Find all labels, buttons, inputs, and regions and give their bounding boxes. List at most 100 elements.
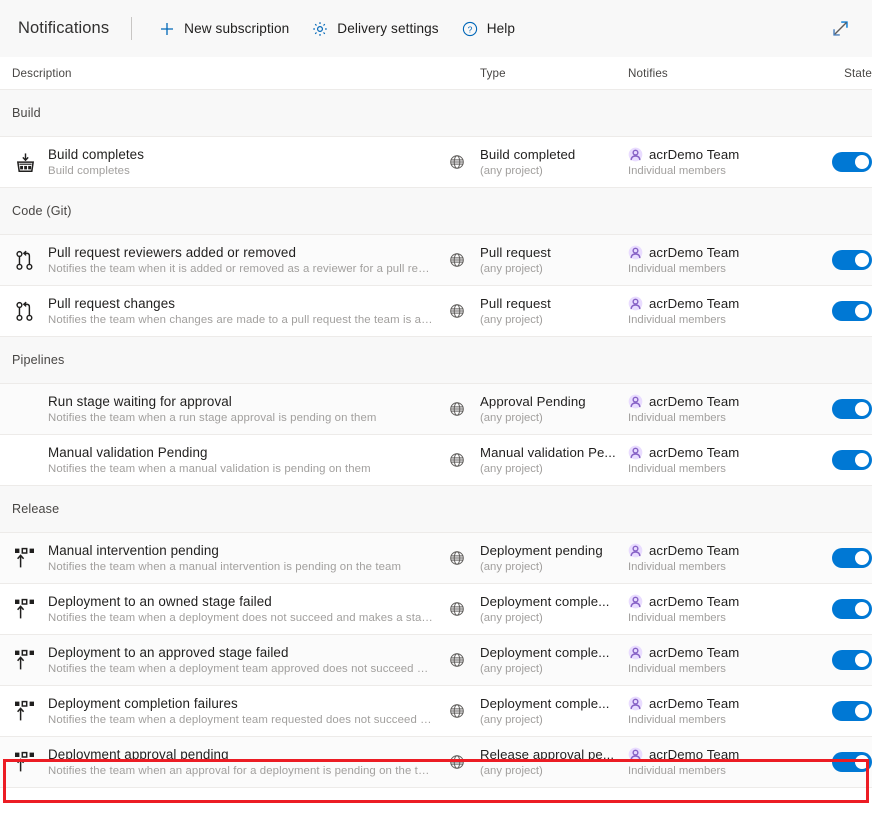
cell-type: Manual validation Pe... (any project) — [480, 444, 628, 477]
type-value: Deployment comple... — [480, 644, 610, 660]
subscription-title: Manual validation Pending — [48, 444, 208, 460]
cell-notifies: acrDemo Team Individual members — [628, 146, 818, 179]
state-toggle[interactable] — [832, 399, 872, 419]
description-text: Build completes Build completes — [48, 146, 434, 179]
state-toggle[interactable] — [832, 301, 872, 321]
notifies-value-wrap: acrDemo Team — [628, 644, 818, 661]
type-scope: (any project) — [480, 164, 543, 177]
toolbar-button-delivery-settings[interactable]: Delivery settings — [303, 13, 446, 45]
toggle-knob — [855, 551, 869, 565]
toggle-knob — [855, 755, 869, 769]
cell-type: Approval Pending (any project) — [480, 393, 628, 426]
state-toggle[interactable] — [832, 250, 872, 270]
globe-icon — [434, 401, 480, 417]
column-header-description: Description — [12, 66, 72, 80]
description-text: Deployment to an owned stage failed Notif… — [48, 593, 434, 626]
notifies-value: acrDemo Team — [649, 393, 740, 409]
table-row[interactable]: Deployment to an owned stage failed Notif… — [0, 584, 872, 635]
type-value: Deployment pending — [480, 542, 603, 558]
state-toggle[interactable] — [832, 152, 872, 172]
toolbar-button-label: Delivery settings — [337, 21, 439, 36]
globe-icon — [434, 652, 480, 668]
notifies-scope: Individual members — [628, 611, 726, 624]
page-title: Notifications — [18, 19, 110, 37]
table-row[interactable]: Deployment completion failures Notifies t… — [0, 686, 872, 737]
cell-notifies: acrDemo Team Individual members — [628, 593, 818, 626]
table-row[interactable]: Deployment to an approved stage failed No… — [0, 635, 872, 686]
description-text: Run stage waiting for approval Notifies t… — [48, 393, 434, 426]
team-avatar-icon — [628, 594, 643, 609]
description-text: Manual validation Pending Notifies the te… — [48, 444, 434, 477]
cell-description: Manual validation Pending Notifies the te… — [12, 435, 480, 485]
table-row[interactable]: Run stage waiting for approval Notifies t… — [0, 384, 872, 435]
notifies-value-wrap: acrDemo Team — [628, 146, 818, 163]
type-scope: (any project) — [480, 262, 543, 275]
table-row[interactable]: Build completes Build completes Build comp… — [0, 137, 872, 188]
type-scope: (any project) — [480, 560, 543, 573]
pull-request-icon — [12, 250, 38, 271]
release-icon — [12, 700, 38, 722]
team-avatar-icon — [628, 747, 643, 762]
cell-state — [818, 635, 872, 685]
table-row[interactable]: Manual validation Pending Notifies the te… — [0, 435, 872, 486]
notifies-value: acrDemo Team — [649, 146, 740, 162]
team-avatar-icon — [628, 445, 643, 460]
description-text: Pull request reviewers added or removed N… — [48, 244, 434, 277]
toolbar-button-new-subscription[interactable]: New subscription — [150, 13, 297, 45]
team-avatar-icon — [628, 147, 643, 162]
column-header-notifies: Notifies — [628, 66, 668, 80]
cell-type: Deployment comple... (any project) — [480, 644, 628, 677]
subscription-subtitle: Notifies the team when a manual validati… — [48, 462, 371, 475]
table-row[interactable]: Pull request reviewers added or removed N… — [0, 235, 872, 286]
cell-type: Build completed (any project) — [480, 146, 628, 179]
cell-notifies: acrDemo Team Individual members — [628, 644, 818, 677]
type-value: Build completed — [480, 146, 576, 162]
toolbar-button-help[interactable]: ? Help — [453, 13, 523, 45]
notifications-table: Description Type Notifies State Build Bui… — [0, 57, 872, 788]
state-toggle[interactable] — [832, 450, 872, 470]
notifies-scope: Individual members — [628, 764, 726, 777]
cell-type: Release approval pe... (any project) — [480, 746, 628, 779]
help-circle-icon: ? — [461, 20, 479, 38]
table-row[interactable]: Manual intervention pending Notifies the … — [0, 533, 872, 584]
toggle-knob — [855, 253, 869, 267]
table-header-row: Description Type Notifies State — [0, 57, 872, 90]
team-avatar-icon — [628, 645, 643, 660]
description-text: Deployment completion failures Notifies t… — [48, 695, 434, 728]
state-toggle[interactable] — [832, 752, 872, 772]
table-row[interactable]: Pull request changes Notifies the team wh… — [0, 286, 872, 337]
notifies-scope: Individual members — [628, 164, 726, 177]
subscription-subtitle: Notifies the team when a deployment does… — [48, 611, 434, 624]
subscription-title: Run stage waiting for approval — [48, 393, 232, 409]
cell-description: Deployment completion failures Notifies t… — [12, 686, 480, 736]
type-value: Deployment comple... — [480, 593, 610, 609]
cell-description: Deployment to an owned stage failed Notif… — [12, 584, 480, 634]
type-scope: (any project) — [480, 764, 543, 777]
section-label: Code (Git) — [12, 204, 72, 218]
cell-notifies: acrDemo Team Individual members — [628, 695, 818, 728]
cell-state — [818, 686, 872, 736]
release-icon — [12, 751, 38, 773]
type-scope: (any project) — [480, 411, 543, 424]
description-text: Manual intervention pending Notifies the … — [48, 542, 434, 575]
column-header-type: Type — [480, 66, 506, 80]
notifies-value-wrap: acrDemo Team — [628, 244, 818, 261]
toggle-knob — [855, 402, 869, 416]
toggle-knob — [855, 653, 869, 667]
team-avatar-icon — [628, 245, 643, 260]
type-scope: (any project) — [480, 662, 543, 675]
type-value: Manual validation Pe... — [480, 444, 616, 460]
description-text: Pull request changes Notifies the team wh… — [48, 295, 434, 328]
svg-text:?: ? — [467, 24, 472, 34]
state-toggle[interactable] — [832, 650, 872, 670]
globe-icon — [434, 154, 480, 170]
state-toggle[interactable] — [832, 548, 872, 568]
state-toggle[interactable] — [832, 599, 872, 619]
cell-type: Deployment comple... (any project) — [480, 695, 628, 728]
cell-state — [818, 286, 872, 336]
expand-full-screen-button[interactable] — [826, 15, 854, 43]
notifies-value-wrap: acrDemo Team — [628, 746, 818, 763]
notifies-value: acrDemo Team — [649, 295, 740, 311]
state-toggle[interactable] — [832, 701, 872, 721]
table-row[interactable]: Deployment approval pending Notifies the … — [0, 737, 872, 788]
